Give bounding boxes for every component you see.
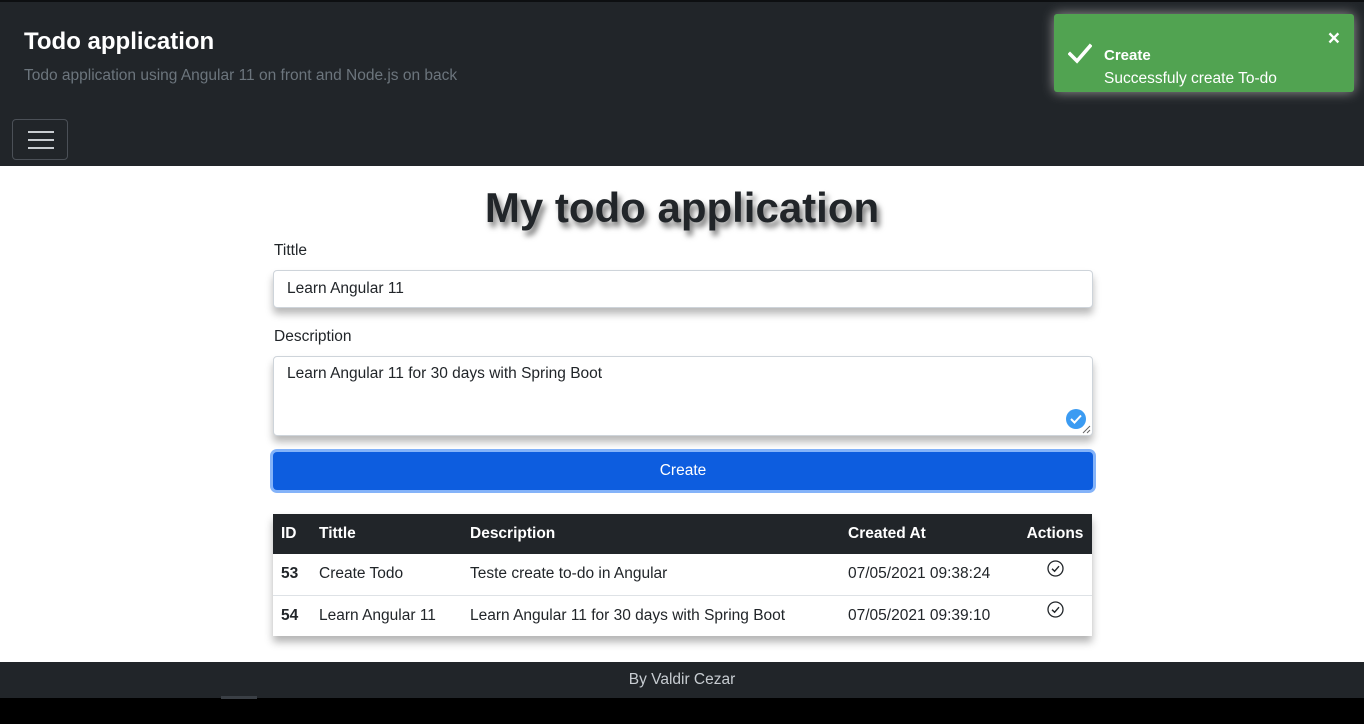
main-content: My todo application Tittle Learn Angular… — [0, 166, 1364, 662]
toast-title: Create — [1104, 47, 1151, 64]
bottom-strip — [0, 698, 1364, 724]
create-button[interactable]: Create — [273, 452, 1093, 490]
hamburger-icon — [28, 131, 54, 149]
title-label: Tittle — [274, 242, 308, 259]
row-title: Create Todo — [311, 554, 462, 596]
table-header-row: ID Tittle Description Created At Actions — [273, 514, 1092, 554]
footer-text: By Valdir Cezar — [628, 671, 736, 688]
row-id: 54 — [273, 595, 311, 636]
title-input[interactable]: Learn Angular 11 — [273, 270, 1093, 308]
row-created-at: 07/05/2021 09:39:10 — [840, 595, 1018, 636]
check-circle-icon[interactable] — [1046, 560, 1064, 577]
todo-table: ID Tittle Description Created At Actions… — [273, 514, 1092, 636]
app-title: Todo application — [24, 28, 215, 55]
row-actions — [1018, 595, 1092, 636]
row-description: Teste create to-do in Angular — [462, 554, 840, 596]
checkmark-icon — [1068, 43, 1092, 64]
app-subtitle: Todo application using Angular 11 on fro… — [24, 67, 458, 84]
header-title: Tittle — [311, 514, 462, 554]
toast-message: Successfuly create To-do — [1104, 70, 1277, 87]
row-title: Learn Angular 11 — [311, 595, 462, 636]
check-icon — [1070, 414, 1082, 424]
row-actions — [1018, 554, 1092, 596]
check-circle-icon[interactable] — [1046, 601, 1064, 618]
table-row: 53 Create Todo Teste create to-do in Ang… — [273, 554, 1092, 596]
header-created-at: Created At — [840, 514, 1018, 554]
row-id: 53 — [273, 554, 311, 596]
page-title: My todo application — [484, 184, 880, 231]
row-description: Learn Angular 11 for 30 days with Spring… — [462, 595, 840, 636]
table-row: 54 Learn Angular 11 Learn Angular 11 for… — [273, 595, 1092, 636]
description-textarea[interactable]: Learn Angular 11 for 30 days with Spring… — [273, 356, 1093, 436]
resize-handle-icon[interactable] — [1082, 425, 1091, 434]
horizontal-scrollbar[interactable] — [221, 696, 257, 699]
row-created-at: 07/05/2021 09:38:24 — [840, 554, 1018, 596]
description-label: Description — [274, 328, 352, 345]
toast-close-button[interactable]: × — [1328, 28, 1340, 49]
menu-toggle-button[interactable] — [12, 119, 68, 160]
success-toast[interactable]: Create Successfuly create To-do × — [1054, 14, 1354, 92]
header-actions: Actions — [1018, 514, 1092, 554]
header-id: ID — [273, 514, 311, 554]
footer: By Valdir Cezar — [0, 662, 1364, 698]
header-description: Description — [462, 514, 840, 554]
